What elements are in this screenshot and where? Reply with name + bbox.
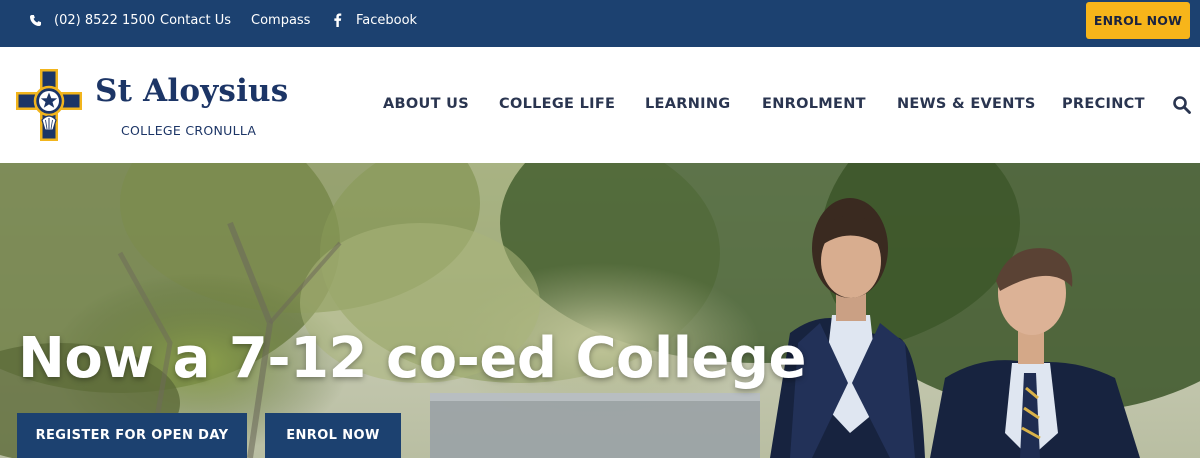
facebook-icon bbox=[330, 13, 344, 27]
college-subtitle: COLLEGE CRONULLA bbox=[121, 123, 257, 138]
site-header: St Aloysius COLLEGE CRONULLA ABOUT US CO… bbox=[0, 47, 1200, 163]
facebook-label: Facebook bbox=[356, 12, 418, 28]
facebook-link[interactable]: Facebook bbox=[330, 0, 417, 40]
hero-title: Now a 7-12 co-ed College bbox=[18, 326, 806, 391]
nav-item-enrolment[interactable]: ENROLMENT bbox=[762, 96, 866, 112]
nav-item-learning[interactable]: LEARNING bbox=[645, 96, 731, 112]
search-icon[interactable] bbox=[1172, 95, 1192, 115]
enrol-now-top-button[interactable]: ENROL NOW bbox=[1086, 2, 1190, 39]
hero-banner: Now a 7-12 co-ed College REGISTER FOR OP… bbox=[0, 163, 1200, 458]
nav-item-about-us[interactable]: ABOUT US bbox=[383, 96, 469, 112]
college-crest-logo bbox=[16, 69, 82, 141]
utility-bar: (02) 8522 1500 Contact Us Compass Facebo… bbox=[0, 0, 1200, 47]
college-name: St Aloysius bbox=[95, 73, 289, 109]
phone-link[interactable]: (02) 8522 1500 bbox=[28, 0, 155, 40]
enrol-now-hero-button[interactable]: ENROL NOW bbox=[265, 413, 401, 458]
compass-link[interactable]: Compass bbox=[251, 0, 310, 40]
nav-item-precinct[interactable]: PRECINCT bbox=[1062, 96, 1145, 112]
nav-item-college-life[interactable]: COLLEGE LIFE bbox=[499, 96, 615, 112]
register-open-day-button[interactable]: REGISTER FOR OPEN DAY bbox=[17, 413, 247, 458]
contact-us-link[interactable]: Contact Us bbox=[160, 0, 231, 40]
nav-item-news-events[interactable]: NEWS & EVENTS bbox=[897, 96, 1036, 112]
phone-number: (02) 8522 1500 bbox=[54, 12, 156, 28]
phone-icon bbox=[28, 13, 42, 27]
